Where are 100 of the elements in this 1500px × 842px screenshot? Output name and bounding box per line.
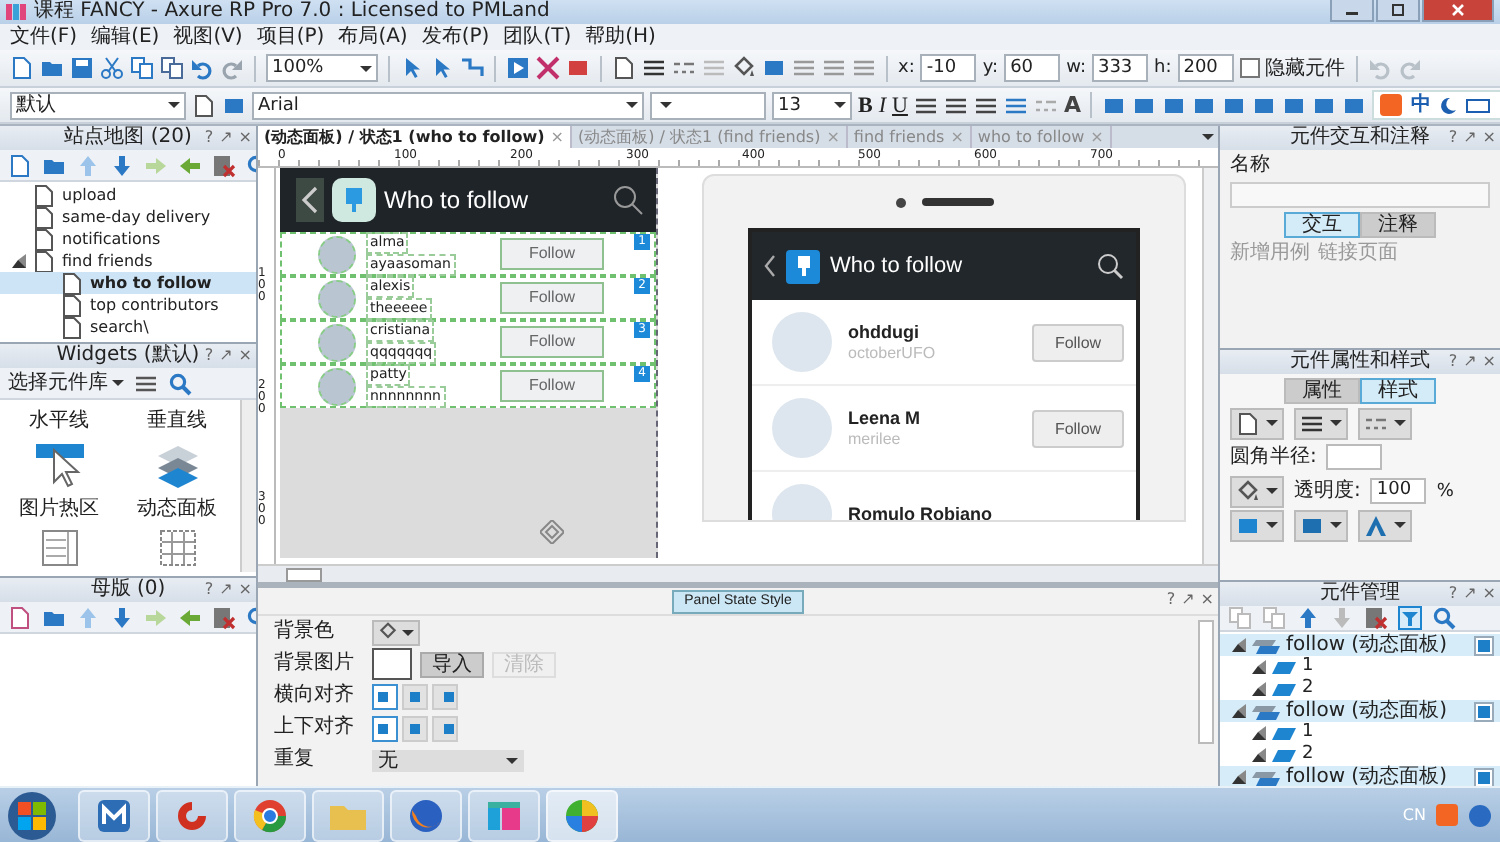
close-button[interactable]: ×	[238, 126, 252, 150]
pin-button[interactable]: ↗	[219, 126, 233, 150]
ime-logo-icon[interactable]	[1380, 94, 1403, 116]
start-button[interactable]	[8, 791, 56, 839]
undo-icon[interactable]	[190, 56, 214, 80]
minimize-button[interactable]	[1330, 0, 1374, 22]
pin-button[interactable]: ↗	[1181, 588, 1195, 612]
filter-icon[interactable]	[1398, 606, 1422, 630]
help-button[interactable]: ?	[204, 578, 214, 602]
menu-item[interactable]: 项目(P)	[256, 25, 325, 49]
move-handle-icon[interactable]	[540, 520, 564, 544]
expand-toggle-icon[interactable]	[1252, 660, 1266, 674]
pin-button[interactable]: ↗	[219, 344, 233, 368]
close-button[interactable]: ×	[1482, 582, 1496, 606]
delete-icon[interactable]	[1364, 606, 1388, 630]
align-lines-icon[interactable]	[792, 56, 816, 80]
align-option[interactable]	[372, 715, 398, 741]
redo-icon[interactable]	[220, 56, 244, 80]
connector-icon[interactable]	[460, 56, 484, 80]
expand-toggle-icon[interactable]	[1232, 704, 1246, 718]
coordinate-field[interactable]: 60	[1004, 54, 1061, 82]
cut-icon[interactable]	[100, 56, 124, 80]
table-icon[interactable]	[159, 530, 195, 566]
repeat-dropdown[interactable]: 无	[372, 749, 524, 771]
layer-item[interactable]: 1	[1220, 722, 1500, 744]
page-tab[interactable]: (动态面板) / 状态1 (who to follow) ×	[258, 126, 572, 148]
taskbar-app-icon[interactable]	[546, 789, 618, 841]
menu-icon[interactable]	[134, 371, 158, 395]
fill-color-dropdown[interactable]	[1230, 475, 1284, 507]
align-right-icon[interactable]	[973, 93, 998, 117]
close-button[interactable]: ×	[1482, 350, 1496, 374]
layer-item[interactable]: 1	[1220, 656, 1500, 678]
scrollbar[interactable]	[1198, 620, 1214, 744]
layer-item[interactable]: follow (动态面板)	[1220, 766, 1500, 786]
line-style-dropdown[interactable]	[1358, 407, 1412, 439]
close-button[interactable]	[1422, 0, 1494, 22]
layer-item[interactable]: follow (动态面板)	[1220, 634, 1500, 656]
follow-button[interactable]: Follow	[500, 238, 604, 270]
font-dropdown[interactable]: Arial	[252, 91, 644, 119]
sitemap-item[interactable]: top contributors	[0, 294, 256, 316]
down-arrow-icon[interactable]	[110, 153, 134, 177]
list-box-icon[interactable]	[41, 530, 77, 566]
shadow-dropdown[interactable]	[1230, 509, 1284, 541]
preview-icon[interactable]	[506, 56, 530, 80]
align-lines-icon[interactable]	[822, 56, 846, 80]
fill-color-dropdown[interactable]	[372, 619, 420, 645]
search-icon[interactable]	[612, 184, 644, 216]
line-weight-icon[interactable]	[642, 56, 666, 80]
help-button[interactable]: ?	[1448, 350, 1458, 374]
align-option[interactable]	[402, 715, 428, 741]
menu-item[interactable]: 布局(A)	[338, 25, 408, 49]
panel-tab[interactable]: 注释	[1360, 212, 1436, 238]
taskbar-app-icon[interactable]	[468, 789, 540, 841]
coordinate-field[interactable]: 200	[1177, 54, 1234, 82]
browser-icon[interactable]	[390, 789, 462, 841]
bullet-list-icon[interactable]	[1003, 93, 1028, 117]
back-icon[interactable]	[764, 254, 776, 278]
opacity-field[interactable]: 100	[1370, 478, 1427, 504]
help-button[interactable]: ?	[1166, 588, 1176, 612]
pin-button[interactable]: ↗	[219, 578, 233, 602]
taskbar-app-icon[interactable]	[156, 789, 228, 841]
pin-button[interactable]: ↗	[1463, 582, 1477, 606]
close-button[interactable]: ×	[238, 344, 252, 368]
up-arrow-icon[interactable]	[1296, 606, 1320, 630]
image-button[interactable]: 导入	[420, 651, 484, 677]
widget-label[interactable]: 动态面板	[137, 494, 217, 522]
format-painter-icon[interactable]	[192, 93, 216, 117]
menu-item[interactable]: 团队(T)	[503, 25, 572, 49]
layer-item[interactable]: follow (动态面板)	[1220, 700, 1500, 722]
scrollbar[interactable]	[1202, 168, 1218, 564]
ime-mode-button[interactable]: 中	[1410, 94, 1431, 116]
widget-label[interactable]: 水平线	[29, 406, 89, 434]
close-button[interactable]: ×	[238, 578, 252, 602]
panel-tab[interactable]: 样式	[1360, 378, 1436, 404]
delete-icon[interactable]	[212, 153, 236, 177]
copy-icon[interactable]	[130, 56, 154, 80]
border-color-dropdown[interactable]	[1230, 407, 1284, 439]
browser-icon[interactable]	[234, 789, 306, 841]
align-left-icon[interactable]	[913, 93, 938, 117]
sitemap-item[interactable]: upload	[0, 184, 256, 206]
fill-color-icon[interactable]	[732, 56, 756, 80]
align-option[interactable]	[432, 715, 458, 741]
font-size-dropdown[interactable]: 13	[772, 91, 852, 119]
menu-item[interactable]: 编辑(E)	[91, 25, 160, 49]
close-button[interactable]: ×	[1482, 126, 1496, 150]
align-center-icon[interactable]	[943, 93, 968, 117]
panel-tab[interactable]: 属性	[1284, 378, 1360, 404]
paste-icon[interactable]	[160, 56, 184, 80]
taskbar-app-icon[interactable]	[78, 789, 150, 841]
pointer-icon[interactable]	[430, 56, 454, 80]
sitemap-item[interactable]: notifications	[0, 228, 256, 250]
help-button[interactable]: ?	[1448, 126, 1458, 150]
name-field[interactable]	[1230, 182, 1490, 208]
align-option[interactable]	[432, 683, 458, 709]
help-button[interactable]: ?	[204, 126, 214, 150]
text-style-button[interactable]: I	[878, 93, 887, 117]
coordinate-field[interactable]: 333	[1091, 54, 1148, 82]
text-style-button[interactable]: B	[858, 93, 873, 117]
menu-item[interactable]: 视图(V)	[173, 25, 243, 49]
text-shadow-dropdown[interactable]	[1358, 509, 1412, 541]
